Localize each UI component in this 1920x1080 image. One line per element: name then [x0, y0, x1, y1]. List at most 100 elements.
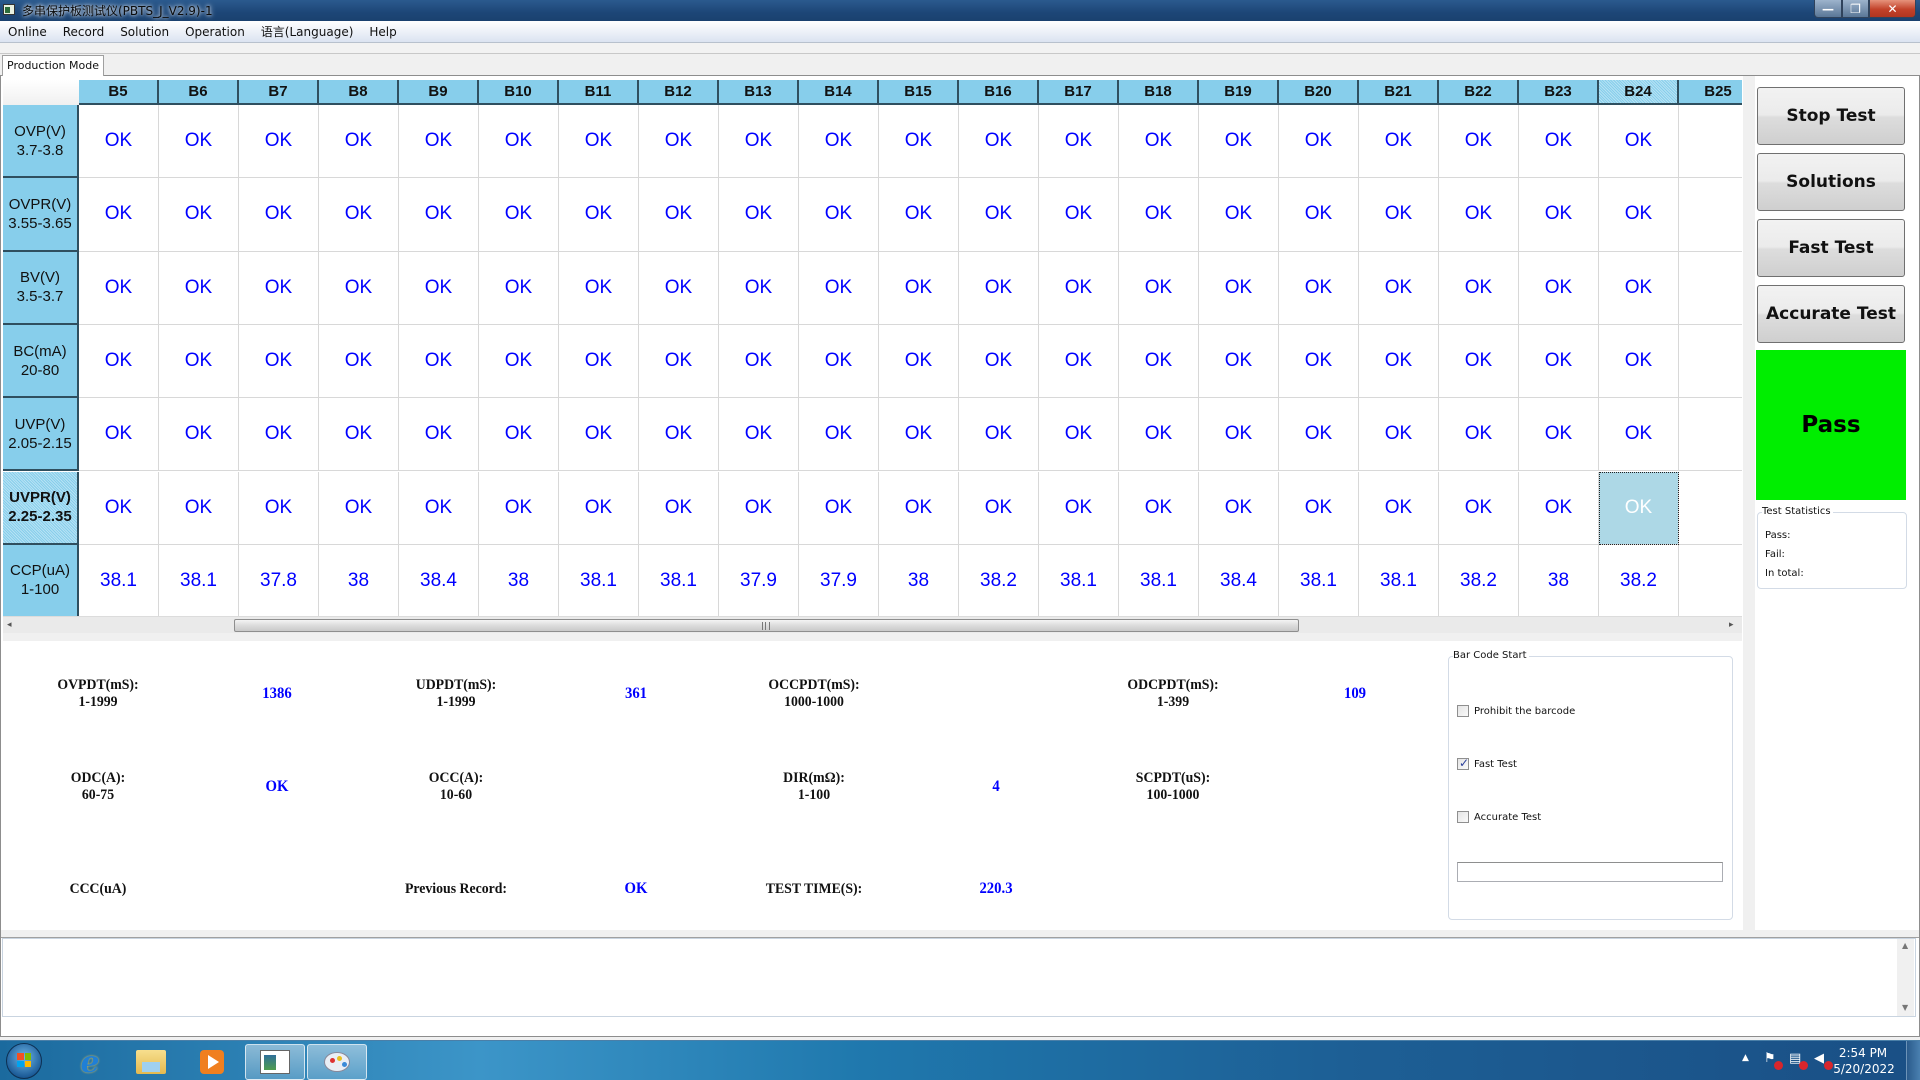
- scroll-left-icon[interactable]: ◂: [7, 620, 12, 630]
- checkbox-icon[interactable]: [1457, 705, 1469, 717]
- row-header[interactable]: CCP(uA) 1-100: [3, 544, 79, 616]
- grid-cell[interactable]: OK: [319, 178, 399, 252]
- grid-cell[interactable]: OK: [719, 178, 799, 252]
- grid-cell[interactable]: OK: [1519, 324, 1599, 399]
- grid-cell[interactable]: OK: [399, 105, 479, 179]
- grid-cell[interactable]: OK: [1599, 324, 1679, 399]
- prohibit-barcode-checkbox[interactable]: Prohibit the barcode: [1457, 705, 1575, 717]
- grid-cell[interactable]: OK: [1279, 324, 1359, 399]
- grid-cell[interactable]: OK: [1439, 251, 1519, 325]
- grid-cell[interactable]: OK: [1199, 178, 1279, 252]
- grid-cell[interactable]: OK: [239, 178, 319, 252]
- grid-cell[interactable]: 38.1: [1279, 544, 1359, 616]
- grid-cell[interactable]: 38.1: [159, 544, 239, 616]
- grid-cell[interactable]: OK: [319, 471, 399, 545]
- grid-cell[interactable]: OK: [1199, 398, 1279, 472]
- taskbar-media-player[interactable]: [182, 1044, 242, 1080]
- title-bar[interactable]: [0, 0, 1920, 21]
- grid-cell[interactable]: OK: [319, 324, 399, 399]
- grid-cell[interactable]: OK: [159, 398, 239, 472]
- row-header[interactable]: OVP(V) 3.7-3.8: [3, 105, 79, 179]
- grid-cell[interactable]: OK: [559, 471, 639, 545]
- column-header-b13[interactable]: B13: [719, 80, 799, 105]
- grid-cell[interactable]: OK: [879, 471, 959, 545]
- grid-cell[interactable]: OK: [1519, 105, 1599, 179]
- fast-test-button[interactable]: Fast Test: [1757, 219, 1905, 277]
- clock-date[interactable]: 5/20/2022: [1831, 1062, 1897, 1076]
- grid-cell[interactable]: OK: [1279, 105, 1359, 179]
- grid-cell[interactable]: [1679, 398, 1742, 472]
- column-header-b24[interactable]: B24: [1599, 80, 1679, 105]
- grid-cell[interactable]: OK: [799, 105, 879, 179]
- grid-cell[interactable]: OK: [1279, 471, 1359, 545]
- grid-cell[interactable]: OK: [159, 178, 239, 252]
- network-disconnected-icon[interactable]: ▤: [1789, 1051, 1808, 1070]
- grid-cell[interactable]: 38.1: [559, 544, 639, 616]
- grid-cell[interactable]: 37.9: [799, 544, 879, 616]
- grid-cell[interactable]: OK: [1039, 105, 1119, 179]
- grid-cell[interactable]: OK: [959, 105, 1039, 179]
- grid-cell[interactable]: OK: [559, 398, 639, 472]
- column-header-b14[interactable]: B14: [799, 80, 879, 105]
- grid-cell[interactable]: 38.2: [1439, 544, 1519, 616]
- grid-cell[interactable]: OK: [399, 251, 479, 325]
- row-header[interactable]: OVPR(V) 3.55-3.65: [3, 178, 79, 252]
- solutions-button[interactable]: Solutions: [1757, 153, 1905, 211]
- grid-cell[interactable]: 38: [1519, 544, 1599, 616]
- grid-cell[interactable]: OK: [1439, 105, 1519, 179]
- grid-cell[interactable]: OK: [1439, 324, 1519, 399]
- grid-cell[interactable]: OK: [1119, 471, 1199, 545]
- column-header-b12[interactable]: B12: [639, 80, 719, 105]
- grid-cell[interactable]: OK: [1199, 471, 1279, 545]
- menu-solution[interactable]: Solution: [112, 21, 177, 43]
- checkbox-icon[interactable]: [1457, 811, 1469, 823]
- grid-cell[interactable]: OK: [639, 324, 719, 399]
- grid-cell[interactable]: OK: [1119, 251, 1199, 325]
- grid-cell[interactable]: OK: [959, 398, 1039, 472]
- grid-horizontal-scrollbar[interactable]: ◂ ▸: [3, 616, 1742, 633]
- grid-cell[interactable]: OK: [959, 324, 1039, 399]
- grid-cell[interactable]: 38.4: [1199, 544, 1279, 616]
- grid-cell[interactable]: OK: [79, 105, 159, 179]
- grid-cell[interactable]: OK: [559, 324, 639, 399]
- row-header[interactable]: UVPR(V) 2.25-2.35: [3, 471, 79, 545]
- grid-cell[interactable]: OK: [639, 471, 719, 545]
- grid-cell[interactable]: [1679, 178, 1742, 252]
- grid-cell[interactable]: 38.1: [79, 544, 159, 616]
- grid-cell[interactable]: OK: [1359, 324, 1439, 399]
- column-header-b18[interactable]: B18: [1119, 80, 1199, 105]
- grid-cell[interactable]: 38: [879, 544, 959, 616]
- menu-record[interactable]: Record: [55, 21, 112, 43]
- grid-cell[interactable]: OK: [1039, 324, 1119, 399]
- grid-cell[interactable]: OK: [1599, 471, 1679, 545]
- grid-cell[interactable]: OK: [399, 471, 479, 545]
- grid-cell[interactable]: OK: [1519, 398, 1599, 472]
- close-button[interactable]: ✕: [1869, 0, 1916, 18]
- grid-cell[interactable]: OK: [1119, 105, 1199, 179]
- grid-cell[interactable]: OK: [479, 105, 559, 179]
- grid-cell[interactable]: OK: [879, 251, 959, 325]
- column-header-b5[interactable]: B5: [79, 80, 159, 105]
- clock-time[interactable]: 2:54 PM: [1833, 1046, 1893, 1060]
- fast-test-checkbox[interactable]: Fast Test: [1457, 756, 1517, 770]
- minimize-button[interactable]: —: [1814, 0, 1842, 18]
- grid-cell[interactable]: OK: [1119, 398, 1199, 472]
- grid-cell[interactable]: OK: [879, 398, 959, 472]
- grid-cell[interactable]: OK: [479, 398, 559, 472]
- grid-cell[interactable]: OK: [79, 471, 159, 545]
- grid-cell[interactable]: 38: [319, 544, 399, 616]
- grid-cell[interactable]: 38.2: [1599, 544, 1679, 616]
- log-textarea[interactable]: [2, 938, 1916, 1017]
- grid-cell[interactable]: 38.4: [399, 544, 479, 616]
- grid-cell[interactable]: OK: [639, 251, 719, 325]
- action-center-flag-icon[interactable]: ⚑: [1764, 1051, 1783, 1070]
- grid-cell[interactable]: OK: [719, 105, 799, 179]
- grid-cell[interactable]: 38.1: [1359, 544, 1439, 616]
- grid-cell[interactable]: OK: [79, 178, 159, 252]
- grid-cell[interactable]: OK: [479, 178, 559, 252]
- grid-cell[interactable]: OK: [559, 178, 639, 252]
- grid-cell[interactable]: OK: [719, 398, 799, 472]
- scrollbar-thumb[interactable]: [234, 619, 1299, 632]
- grid-cell[interactable]: OK: [479, 251, 559, 325]
- grid-cell[interactable]: OK: [1279, 251, 1359, 325]
